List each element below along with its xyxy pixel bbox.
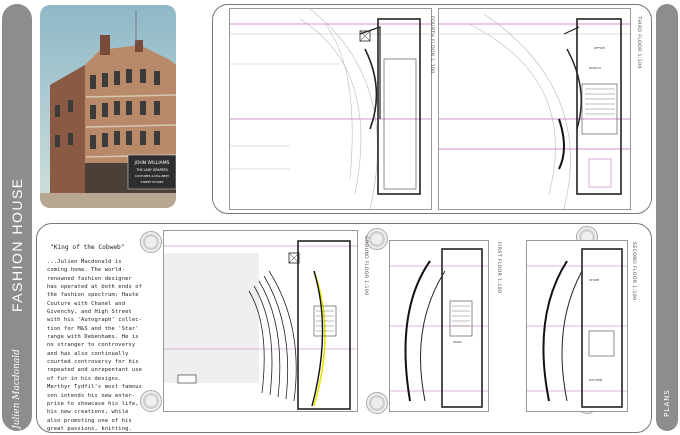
description-line: the fashion spectrum; Haute bbox=[47, 292, 139, 299]
sign-line-3: COSTUMES & MILLINERY bbox=[135, 174, 169, 178]
description-line: no stranger to controversy bbox=[47, 342, 136, 349]
room-label-kitchen: KITCHEN bbox=[589, 378, 602, 382]
fourth-floor-label: FOURTH FLOOR 1:100 bbox=[429, 16, 434, 74]
room-label-office: OFFICE bbox=[594, 46, 605, 50]
description-line: great passions, knitting. bbox=[47, 425, 132, 432]
description-line: renowned fashion designer bbox=[47, 275, 132, 282]
left-title-bar: FASHION HOUSE Julien Macdonald bbox=[2, 4, 32, 431]
description-line: Merthyr Tydfil's most famous bbox=[47, 384, 143, 391]
description-line: prise to showcase his life, bbox=[47, 400, 139, 407]
ground-floor-label: GROUND FLOOR 1:100 bbox=[363, 236, 368, 296]
second-floor-plan: STORE KITCHEN bbox=[526, 240, 628, 412]
designer-signature: Julien Macdonald bbox=[12, 349, 22, 429]
description-line: courted controversy for his bbox=[47, 359, 139, 366]
stamp-seal-1 bbox=[140, 231, 162, 253]
description-heading: "King of the Cobweb" bbox=[50, 244, 125, 251]
description-line: tion for M&S and the 'Star' bbox=[47, 325, 139, 332]
room-label-store: STORE bbox=[589, 278, 599, 282]
description-line: Couture with Chanel and bbox=[47, 300, 126, 307]
project-title: FASHION HOUSE bbox=[9, 177, 25, 312]
description-line: also promoting one of his bbox=[47, 417, 132, 424]
third-floor-label: THIRD FLOOR 1:100 bbox=[636, 16, 641, 69]
description-line: repeated and unrepentant use bbox=[47, 367, 143, 374]
description-line: ...Julien Macdonald is bbox=[47, 259, 122, 265]
fourth-floor-plan bbox=[229, 8, 432, 210]
section-label: PLANS bbox=[663, 389, 671, 417]
description-line: has operated at both ends of bbox=[47, 284, 143, 291]
car-symbol bbox=[177, 374, 197, 384]
description-line: his new creations, while bbox=[47, 409, 129, 416]
description-line: Givenchy, and High Street bbox=[47, 309, 132, 316]
description-line: with his 'Autograph' collec- bbox=[47, 317, 143, 324]
description-line: and has also continually bbox=[47, 350, 129, 357]
description-line: of fur in his designs. bbox=[47, 375, 122, 382]
room-label-display: DISPLAY bbox=[589, 66, 601, 70]
stamp-seal-3 bbox=[366, 228, 388, 250]
sign-line-1: JOHN WILLIAMS bbox=[134, 160, 170, 166]
description-line: range with Debenhams. He is bbox=[47, 334, 139, 341]
right-section-bar: PLANS bbox=[656, 4, 678, 431]
sign-line-4: STREET STORES bbox=[141, 180, 164, 184]
sign-line-2: THE LADY DRAPERS bbox=[135, 168, 168, 172]
ground-floor-plan bbox=[163, 230, 358, 412]
first-floor-plan: STAIR bbox=[389, 240, 489, 412]
first-floor-label: FIRST FLOOR 1:100 bbox=[496, 242, 501, 294]
historic-building-photo: JOHN WILLIAMS THE LADY DRAPERS COSTUMES … bbox=[40, 5, 176, 208]
description-line: coming home. The world- bbox=[47, 267, 126, 274]
second-floor-label: SECOND FLOOR 1:100 bbox=[631, 242, 636, 301]
third-floor-plan: OFFICE DISPLAY bbox=[438, 8, 631, 210]
stamp-seal-4 bbox=[366, 392, 388, 414]
room-label-stair: STAIR bbox=[453, 340, 462, 344]
description-body: ...Julien Macdonald is coming home. The … bbox=[47, 258, 155, 433]
description-line: son intends his new enter- bbox=[47, 392, 136, 399]
